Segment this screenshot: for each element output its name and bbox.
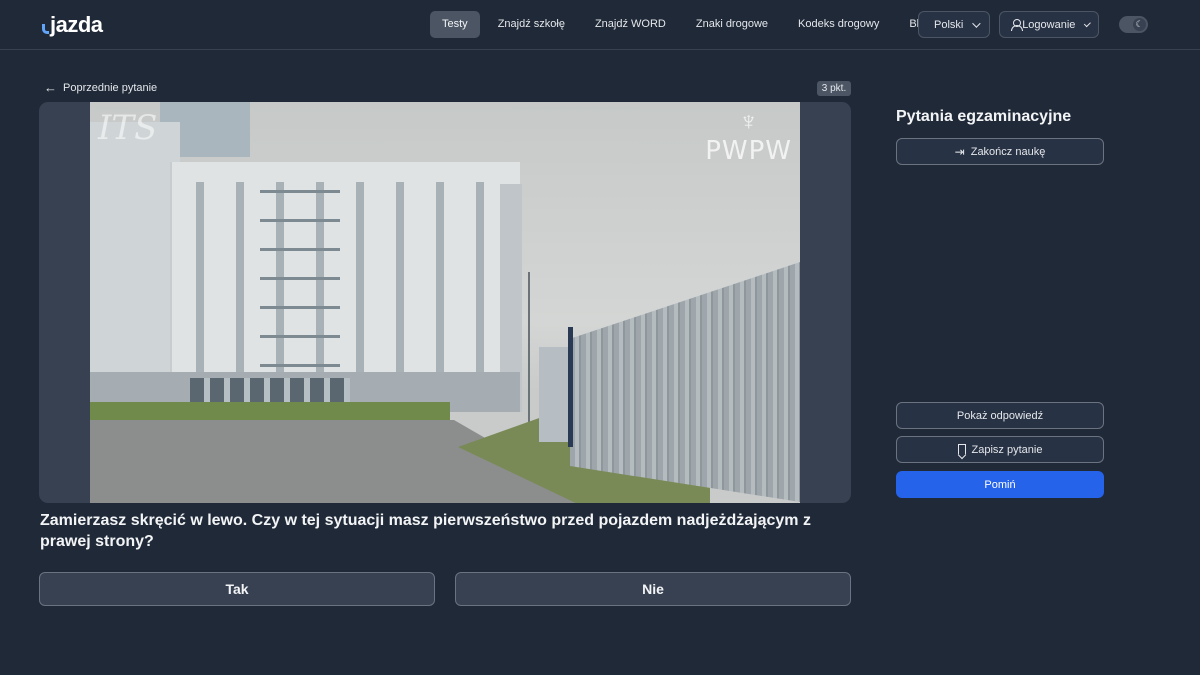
moon-icon: ☾ bbox=[1133, 18, 1146, 31]
save-question-button[interactable]: Zapisz pytanie bbox=[896, 436, 1104, 463]
finish-learning-label: Zakończ naukę bbox=[970, 145, 1046, 158]
user-icon bbox=[1011, 19, 1024, 31]
nav-kodeks-drogowy[interactable]: Kodeks drogowy bbox=[786, 11, 891, 38]
chevron-down-icon bbox=[1084, 19, 1092, 27]
answer-yes-button[interactable]: Tak bbox=[39, 572, 435, 606]
login-dropdown[interactable]: Logowanie bbox=[999, 11, 1099, 38]
road-scene-image: ITS ♆ PWPW bbox=[90, 102, 800, 503]
login-label: Logowanie bbox=[1022, 18, 1076, 31]
nav-znajdz-szkole[interactable]: Znajdź szkołę bbox=[486, 11, 577, 38]
top-navbar: jazda Testy Znajdź szkołę Znajdź WORD Zn… bbox=[0, 0, 1200, 50]
show-answer-label: Pokaż odpowiedź bbox=[956, 409, 1044, 422]
bookmark-icon bbox=[957, 444, 966, 455]
question-text: Zamierzasz skręcić w lewo. Czy w tej syt… bbox=[40, 512, 811, 550]
save-question-label: Zapisz pytanie bbox=[971, 443, 1043, 456]
logo-text: jazda bbox=[50, 12, 103, 37]
sidebar-title: Pytania egzaminacyjne bbox=[896, 108, 1072, 125]
jazda-logo[interactable]: jazda bbox=[42, 12, 103, 37]
arrow-left-icon: ← bbox=[44, 80, 57, 95]
previous-question-label: Poprzednie pytanie bbox=[63, 81, 158, 94]
points-badge: 3 pkt. bbox=[817, 81, 851, 96]
skip-label: Pomiń bbox=[984, 478, 1016, 491]
language-dropdown[interactable]: Polski bbox=[918, 11, 990, 38]
chevron-down-icon bbox=[972, 18, 982, 28]
finish-learning-button[interactable]: ⇥ Zakończ naukę bbox=[896, 138, 1104, 165]
nav-znajdz-word[interactable]: Znajdź WORD bbox=[583, 11, 678, 38]
show-answer-button[interactable]: Pokaż odpowiedź bbox=[896, 402, 1104, 429]
pwpw-watermark: ♆ PWPW bbox=[705, 106, 792, 166]
theme-toggle[interactable]: ☾ bbox=[1119, 16, 1148, 33]
pwpw-text: PWPW bbox=[705, 136, 792, 166]
language-label: Polski bbox=[934, 18, 964, 31]
nav-znaki-drogowe[interactable]: Znaki drogowe bbox=[684, 11, 780, 38]
logo-mark-icon bbox=[42, 24, 49, 34]
its-watermark: ITS bbox=[98, 108, 158, 148]
main-nav: Testy Znajdź szkołę Znajdź WORD Znaki dr… bbox=[430, 11, 949, 38]
nav-testy[interactable]: Testy bbox=[430, 11, 480, 38]
answer-no-button[interactable]: Nie bbox=[455, 572, 851, 606]
pwpw-emblem-icon: ♆ bbox=[738, 106, 759, 136]
previous-question-link[interactable]: ← Poprzednie pytanie bbox=[44, 81, 157, 94]
question-media: ITS ♆ PWPW bbox=[39, 102, 851, 503]
skip-button[interactable]: Pomiń bbox=[896, 471, 1104, 498]
exit-icon: ⇥ bbox=[954, 144, 965, 159]
